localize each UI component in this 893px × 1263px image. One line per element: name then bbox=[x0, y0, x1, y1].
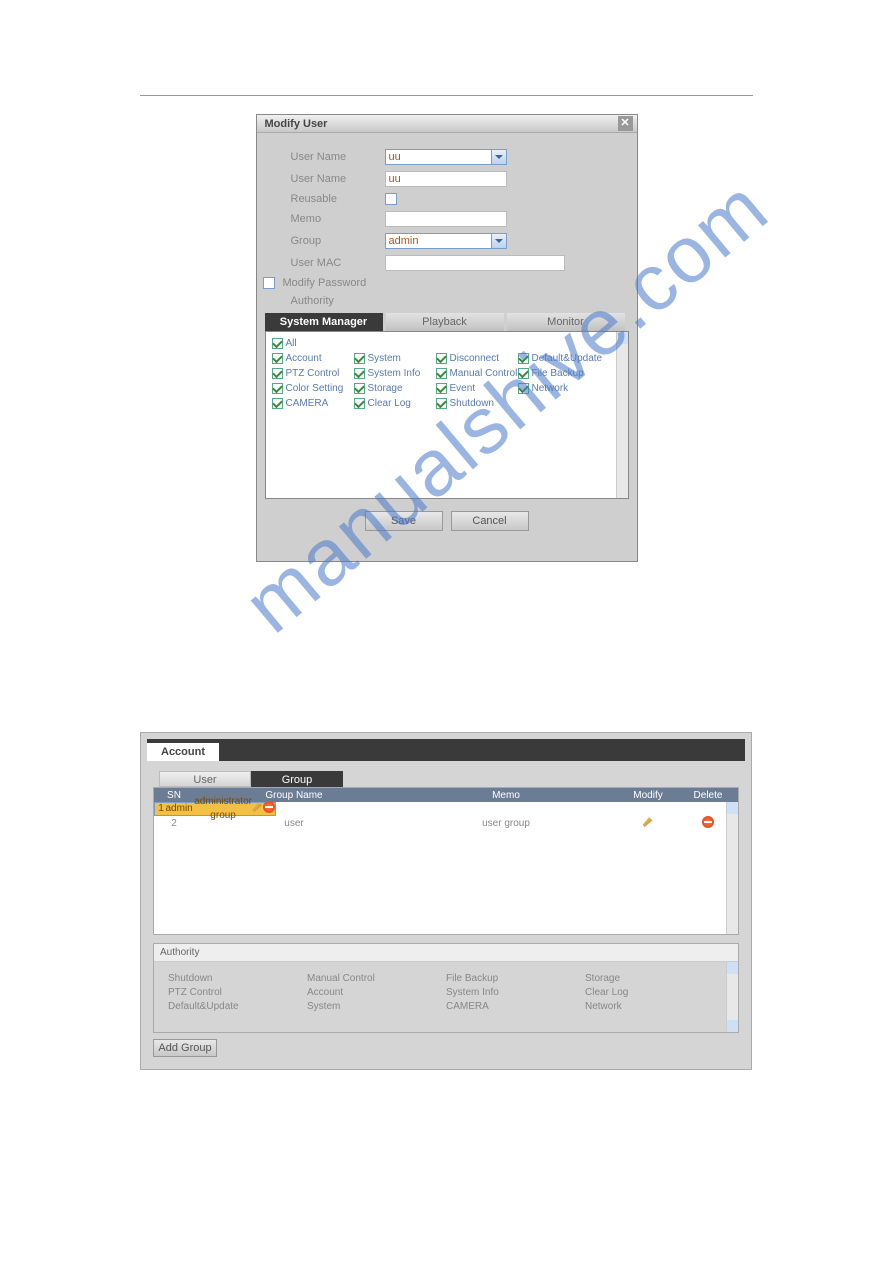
account-panel: Account User Group SN Group Name Memo Mo… bbox=[140, 732, 752, 1070]
reusable-label: Reusable bbox=[291, 193, 385, 205]
dialog-title: Modify User bbox=[265, 118, 328, 130]
perm-checkbox[interactable] bbox=[272, 338, 283, 349]
authority-panel: Authority Shutdown PTZ Control Default&U… bbox=[153, 943, 739, 1033]
table-row[interactable]: 1 admin administrator group bbox=[154, 802, 276, 816]
delete-icon[interactable] bbox=[263, 801, 275, 813]
permissions-box: All Account System Disconnect Default&Up… bbox=[265, 331, 629, 499]
tab-monitor[interactable]: Monitor bbox=[507, 313, 625, 331]
perm-checkbox[interactable] bbox=[272, 353, 283, 364]
user-name-label: User Name bbox=[291, 173, 385, 185]
close-icon[interactable]: ✕ bbox=[618, 116, 633, 131]
scrollbar[interactable] bbox=[726, 962, 738, 1032]
perm-checkbox[interactable] bbox=[518, 383, 529, 394]
perm-checkbox[interactable] bbox=[272, 398, 283, 409]
delete-icon[interactable] bbox=[702, 816, 714, 828]
perm-checkbox[interactable] bbox=[518, 353, 529, 364]
modify-user-dialog: Modify User ✕ User Name uu User Name uu … bbox=[256, 114, 638, 562]
col-modify: Modify bbox=[618, 790, 678, 801]
tab-playback[interactable]: Playback bbox=[386, 313, 504, 331]
perm-checkbox[interactable] bbox=[436, 368, 447, 379]
tab-system-manager[interactable]: System Manager bbox=[265, 313, 383, 331]
chevron-down-icon bbox=[491, 234, 506, 248]
mac-label: User MAC bbox=[291, 257, 385, 269]
cancel-button[interactable]: Cancel bbox=[451, 511, 529, 531]
save-button[interactable]: Save bbox=[365, 511, 443, 531]
perm-checkbox[interactable] bbox=[272, 383, 283, 394]
chevron-down-icon bbox=[491, 150, 506, 164]
scrollbar[interactable] bbox=[616, 332, 628, 498]
perm-checkbox[interactable] bbox=[354, 353, 365, 364]
perm-checkbox[interactable] bbox=[436, 383, 447, 394]
modify-password-checkbox[interactable] bbox=[263, 277, 275, 289]
perm-checkbox[interactable] bbox=[354, 398, 365, 409]
group-label: Group bbox=[291, 235, 385, 247]
subtab-user[interactable]: User bbox=[159, 771, 251, 787]
page-divider bbox=[140, 95, 753, 96]
col-memo: Memo bbox=[394, 790, 618, 801]
memo-label: Memo bbox=[291, 213, 385, 225]
edit-icon[interactable] bbox=[643, 816, 654, 827]
edit-icon[interactable] bbox=[252, 801, 263, 812]
scrollbar[interactable] bbox=[726, 802, 738, 934]
group-select[interactable]: admin bbox=[385, 233, 507, 249]
group-grid: SN Group Name Memo Modify Delete 1 admin… bbox=[153, 787, 739, 935]
memo-input[interactable] bbox=[385, 211, 507, 227]
modify-password-label: Modify Password bbox=[283, 277, 367, 289]
user-select-label: User Name bbox=[291, 151, 385, 163]
perm-checkbox[interactable] bbox=[272, 368, 283, 379]
authority-title: Authority bbox=[154, 944, 738, 962]
account-tab[interactable]: Account bbox=[147, 743, 219, 761]
reusable-checkbox[interactable] bbox=[385, 193, 397, 205]
perm-checkbox[interactable] bbox=[354, 383, 365, 394]
subtab-group[interactable]: Group bbox=[251, 771, 343, 787]
perm-checkbox[interactable] bbox=[436, 398, 447, 409]
user-select[interactable]: uu bbox=[385, 149, 507, 165]
perm-checkbox[interactable] bbox=[436, 353, 447, 364]
user-name-input[interactable]: uu bbox=[385, 171, 507, 187]
col-sn: SN bbox=[154, 790, 194, 801]
perm-checkbox[interactable] bbox=[354, 368, 365, 379]
perm-checkbox[interactable] bbox=[518, 368, 529, 379]
add-group-button[interactable]: Add Group bbox=[153, 1039, 217, 1057]
dialog-titlebar: Modify User ✕ bbox=[257, 115, 637, 133]
authority-label: Authority bbox=[257, 295, 637, 307]
mac-input[interactable] bbox=[385, 255, 565, 271]
col-delete: Delete bbox=[678, 790, 738, 801]
